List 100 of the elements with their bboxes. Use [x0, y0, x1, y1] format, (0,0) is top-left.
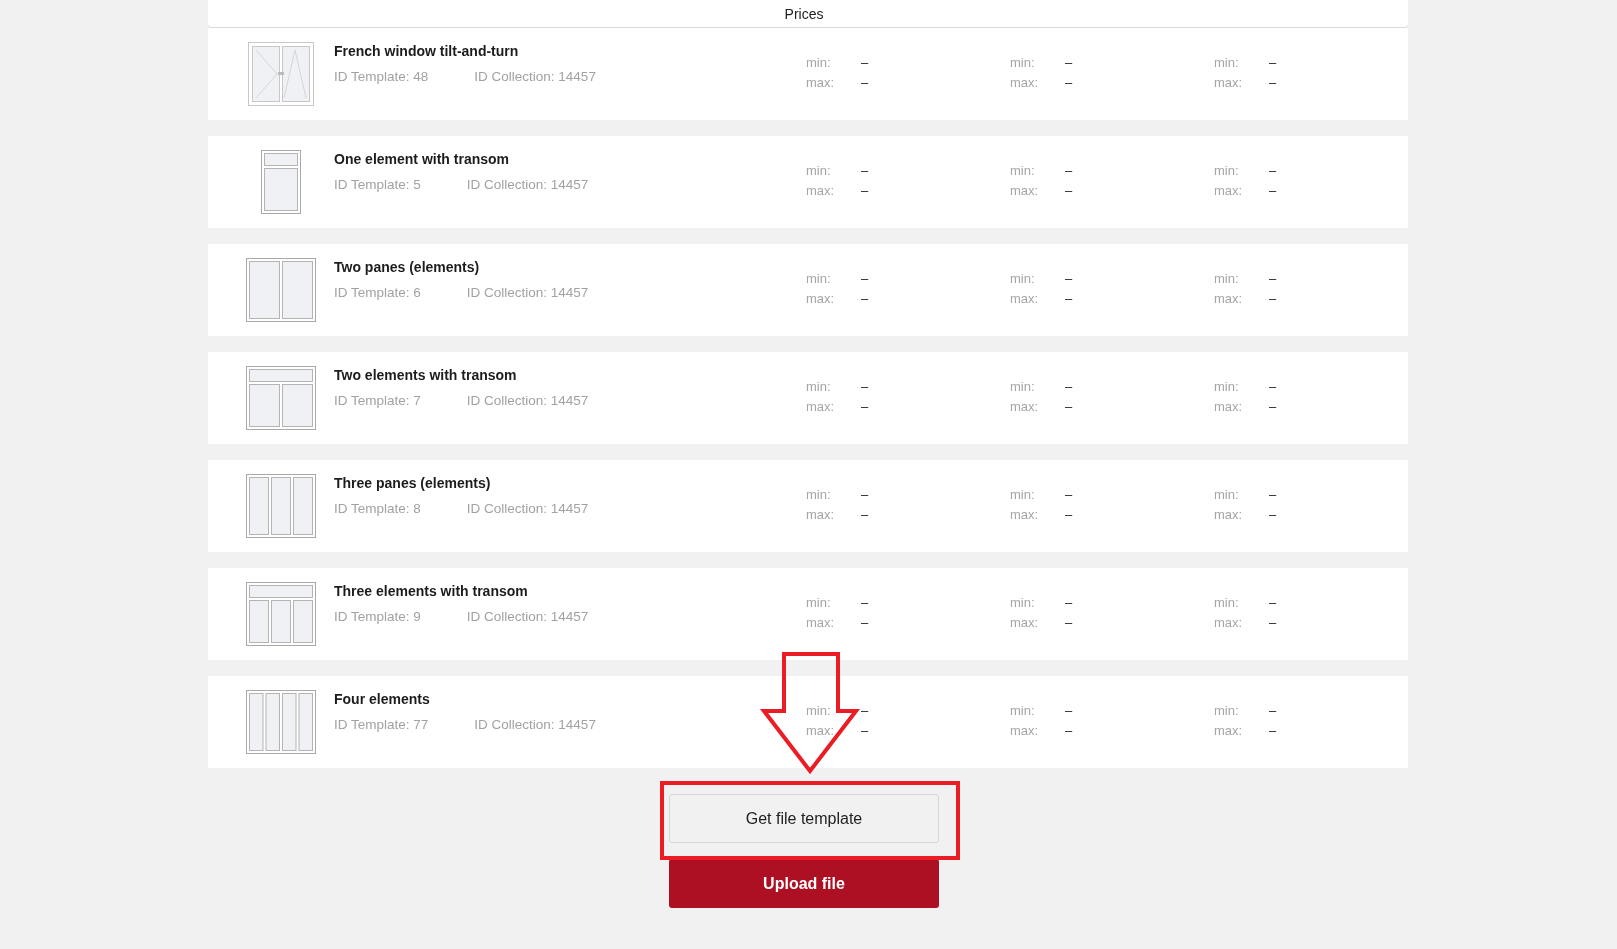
price-value: – [1269, 291, 1277, 306]
price-value: – [861, 487, 869, 502]
price-label: max: [1214, 75, 1244, 90]
template-title: Four elements [334, 691, 431, 707]
price-label: max: [1214, 507, 1244, 522]
price-label: max: [1010, 75, 1040, 90]
price-label: max: [806, 615, 836, 630]
price-label: min: [806, 379, 832, 394]
price-label: min: [806, 271, 832, 286]
window-icon [246, 366, 316, 430]
price-label: min: [1010, 163, 1036, 178]
price-label: min: [1010, 595, 1036, 610]
price-value: – [861, 55, 869, 70]
template-title: French window tilt-and-turn [334, 43, 520, 59]
price-label: min: [1214, 595, 1240, 610]
price-value: – [1065, 723, 1073, 738]
price-value: – [1065, 183, 1073, 198]
window-icon [261, 150, 301, 214]
template-id: ID Template: 5 [334, 177, 421, 192]
window-icon [246, 474, 316, 538]
template-id: ID Template: 48 [334, 69, 429, 84]
template-id: ID Template: 7 [334, 393, 421, 408]
price-label: max: [1214, 183, 1244, 198]
template-id: ID Template: 9 [334, 609, 421, 624]
price-label: max: [1010, 291, 1040, 306]
price-label: min: [1010, 271, 1036, 286]
price-label: min: [1214, 163, 1240, 178]
price-value: – [1065, 595, 1073, 610]
price-label: max: [806, 723, 836, 738]
price-value: – [861, 507, 869, 522]
price-value: – [1065, 163, 1073, 178]
price-label: min: [1010, 487, 1036, 502]
price-label: min: [1214, 379, 1240, 394]
price-value: – [1269, 487, 1277, 502]
price-label: max: [806, 291, 836, 306]
window-icon [248, 42, 314, 106]
price-label: max: [806, 75, 836, 90]
price-label: max: [806, 399, 836, 414]
price-label: max: [1010, 507, 1040, 522]
price-label: min: [1214, 271, 1240, 286]
price-label: min: [1010, 379, 1036, 394]
price-value: – [861, 723, 869, 738]
price-value: – [861, 703, 869, 718]
price-value: – [1065, 703, 1073, 718]
price-label: max: [1214, 723, 1244, 738]
price-value: – [861, 183, 869, 198]
template-title: Two elements with transom [334, 367, 518, 383]
template-id: ID Template: 77 [334, 717, 429, 732]
collection-id: ID Collection: 14457 [466, 609, 589, 624]
price-value: – [861, 399, 869, 414]
price-value: – [861, 379, 869, 394]
collection-id: ID Collection: 14457 [466, 177, 589, 192]
collection-id: ID Collection: 14457 [466, 285, 589, 300]
template-title: One element with transom [334, 151, 511, 167]
price-label: min: [806, 703, 832, 718]
price-value: – [1269, 703, 1277, 718]
price-value: – [861, 615, 869, 630]
price-label: min: [806, 55, 832, 70]
column-heading: Prices [784, 5, 824, 22]
price-label: min: [1214, 55, 1240, 70]
price-value: – [1269, 507, 1277, 522]
price-value: – [861, 291, 869, 306]
price-label: min: [806, 163, 832, 178]
template-id: ID Template: 6 [334, 285, 421, 300]
collection-id: ID Collection: 14457 [466, 501, 589, 516]
template-id: ID Template: 8 [334, 501, 421, 516]
upload-button[interactable]: Upload file [669, 859, 939, 908]
price-value: – [861, 163, 869, 178]
price-label: min: [1010, 55, 1036, 70]
price-value: – [1065, 399, 1073, 414]
price-value: – [1269, 723, 1277, 738]
price-value: – [1065, 55, 1073, 70]
price-value: – [1065, 271, 1073, 286]
collection-id: ID Collection: 14457 [474, 717, 596, 732]
price-value: – [1065, 615, 1073, 630]
price-label: max: [1010, 723, 1040, 738]
price-value: – [1065, 379, 1073, 394]
price-value: – [1269, 595, 1277, 610]
price-label: max: [1010, 399, 1040, 414]
template-title: Three panes (elements) [334, 475, 492, 491]
price-value: – [1269, 615, 1277, 630]
price-label: max: [806, 183, 836, 198]
price-value: – [861, 75, 869, 90]
price-label: min: [1010, 703, 1036, 718]
collection-id: ID Collection: 14457 [474, 69, 596, 84]
price-label: min: [806, 595, 832, 610]
price-label: max: [1010, 615, 1040, 630]
price-label: max: [1214, 615, 1244, 630]
price-value: – [1269, 183, 1277, 198]
price-label: min: [806, 487, 832, 502]
price-value: – [1065, 507, 1073, 522]
price-value: – [861, 271, 869, 286]
price-value: – [1065, 75, 1073, 90]
price-value: – [1065, 291, 1073, 306]
get-template-button[interactable]: Get file template [669, 794, 939, 843]
price-label: max: [806, 507, 836, 522]
price-value: – [1065, 487, 1073, 502]
window-icon [246, 582, 316, 646]
window-icon [246, 258, 316, 322]
template-title: Three elements with transom [334, 583, 529, 599]
